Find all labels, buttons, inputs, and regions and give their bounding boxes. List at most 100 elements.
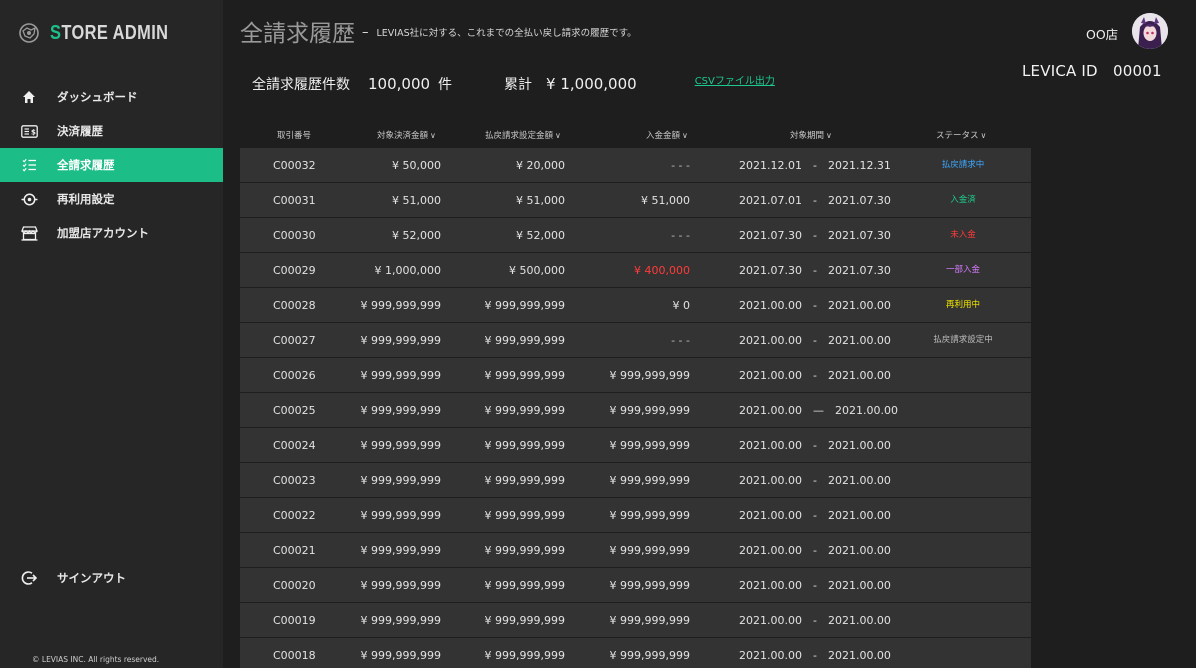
cell-received-amount: ¥ 999,999,999 <box>609 613 690 627</box>
csv-export-link[interactable]: CSVファイル出力 <box>695 72 775 87</box>
avatar[interactable] <box>1132 13 1168 49</box>
title-dash: – <box>362 25 369 40</box>
cell-refund-amount: ¥ 51,000 <box>516 193 565 207</box>
cell-status: 未入金 <box>950 230 976 240</box>
sidebar-item-payment-history[interactable]: $ 決済履歴 <box>0 114 223 148</box>
count-label: 全請求履歴件数 <box>252 77 350 93</box>
copyright: © LEVIAS INC. All rights reserved. <box>32 655 160 664</box>
table-row[interactable]: C00023 ¥ 999,999,999 ¥ 999,999,999 ¥ 999,99… <box>240 463 1031 498</box>
cell-transaction-id: C00025 <box>273 403 316 417</box>
cell-transaction-id: C00021 <box>273 543 316 557</box>
cell-period: 2021.00.00 - 2021.00.00 <box>739 439 891 452</box>
cell-received-amount: ¥ 999,999,999 <box>609 368 690 382</box>
cell-received-amount: ¥ 400,000 <box>634 263 690 277</box>
table-row[interactable]: C00028 ¥ 999,999,999 ¥ 999,999,999 ¥ 0 2021.… <box>240 288 1031 323</box>
app-title: STORE ADMIN <box>50 21 169 44</box>
column-header-id: 取引番号 <box>277 131 312 141</box>
page-description-text: LEVIAS社に対する、これまでの全払い戻し請求の履歴です。 <box>376 28 637 39</box>
app-logo[interactable]: STORE ADMIN <box>18 20 194 46</box>
cell-transaction-id: C00018 <box>273 648 316 662</box>
sidebar-item-store-account[interactable]: 加盟店アカウント <box>0 216 223 250</box>
page-description: – LEVIAS社に対する、これまでの全払い戻し請求の履歴です。 <box>362 25 637 40</box>
cell-refund-amount: ¥ 52,000 <box>516 228 565 242</box>
table-row[interactable]: C00032 ¥ 50,000 ¥ 20,000 - - - 2021.12.01 - … <box>240 148 1031 183</box>
page-title: 全請求履歴 <box>240 21 355 47</box>
cell-transaction-id: C00024 <box>273 438 316 452</box>
cell-payment-amount: ¥ 51,000 <box>392 193 441 207</box>
cell-refund-amount: ¥ 999,999,999 <box>484 333 565 347</box>
sidebar-item-label: 決済履歴 <box>57 124 103 138</box>
chevron-down-icon: ∨ <box>980 131 987 140</box>
cell-payment-amount: ¥ 999,999,999 <box>360 508 441 522</box>
table-row[interactable]: C00024 ¥ 999,999,999 ¥ 999,999,999 ¥ 999,99… <box>240 428 1031 463</box>
signout-button[interactable]: サインアウト <box>0 557 223 595</box>
summary-bar: 全請求履歴件数 100,000 件 累計 ¥ 1,000,000 CSVファイル… <box>252 74 775 94</box>
cell-refund-amount: ¥ 999,999,999 <box>484 543 565 557</box>
cell-status: 再利用中 <box>945 300 981 310</box>
cell-status: 入金済 <box>950 195 976 205</box>
cell-transaction-id: C00019 <box>273 613 316 627</box>
cell-transaction-id: C00020 <box>273 578 316 592</box>
table-row[interactable]: C00021 ¥ 999,999,999 ¥ 999,999,999 ¥ 999,99… <box>240 533 1031 568</box>
total-label: 累計 <box>504 77 533 93</box>
store-name[interactable]: OO店 <box>1086 24 1118 43</box>
sidebar-nav: ダッシュボード $ 決済履歴 全請求履歴 再利用設定 加盟店アカウント <box>0 76 223 250</box>
cell-received-amount: ¥ 999,999,999 <box>609 648 690 662</box>
table-row[interactable]: C00027 ¥ 999,999,999 ¥ 999,999,999 - - - 202… <box>240 323 1031 358</box>
column-header-received[interactable]: 入金金額 ∨ <box>646 129 688 141</box>
column-header-status[interactable]: ステータス ∨ <box>936 129 986 141</box>
table-row[interactable]: C00020 ¥ 999,999,999 ¥ 999,999,999 ¥ 999,99… <box>240 568 1031 603</box>
cell-period: 2021.00.00 - 2021.00.00 <box>739 649 891 662</box>
total-value: ¥ 1,000,000 <box>546 75 637 93</box>
sidebar-item-reuse-settings[interactable]: 再利用設定 <box>0 182 223 216</box>
cell-received-amount: ¥ 999,999,999 <box>609 403 690 417</box>
cell-refund-amount: ¥ 999,999,999 <box>484 578 565 592</box>
table-row[interactable]: C00019 ¥ 999,999,999 ¥ 999,999,999 ¥ 999,99… <box>240 603 1031 638</box>
claims-table: 取引番号 対象決済金額 ∨ 払戻請求設定金額 ∨ 入金金額 ∨ 対象期間 ∨ ステータス… <box>240 122 1031 668</box>
sidebar-item-dashboard[interactable]: ダッシュボード <box>0 76 223 114</box>
cell-payment-amount: ¥ 999,999,999 <box>360 403 441 417</box>
table-row[interactable]: C00029 ¥ 1,000,000 ¥ 500,000 ¥ 400,000 2021.… <box>240 253 1031 288</box>
cell-refund-amount: ¥ 999,999,999 <box>484 403 565 417</box>
cell-payment-amount: ¥ 999,999,999 <box>360 648 441 662</box>
table-row[interactable]: C00018 ¥ 999,999,999 ¥ 999,999,999 ¥ 999,99… <box>240 638 1031 668</box>
cell-received-amount: ¥ 51,000 <box>641 193 690 207</box>
cell-period: 2021.00.00 - 2021.00.00 <box>739 614 891 627</box>
cell-period: 2021.12.01 - 2021.12.31 <box>739 159 891 172</box>
cell-status: 払戻請求設定中 <box>933 335 993 345</box>
sidebar-item-all-claims[interactable]: 全請求履歴 <box>0 148 223 182</box>
cell-transaction-id: C00030 <box>273 228 316 242</box>
table-row[interactable]: C00026 ¥ 999,999,999 ¥ 999,999,999 ¥ 999,99… <box>240 358 1031 393</box>
column-header-refund[interactable]: 払戻請求設定金額 ∨ <box>485 129 561 141</box>
cell-status: 一部入金 <box>945 265 981 275</box>
cell-payment-amount: ¥ 999,999,999 <box>360 578 441 592</box>
column-header-payment[interactable]: 対象決済金額 ∨ <box>377 129 436 141</box>
cell-period: 2021.00.00 - 2021.00.00 <box>739 544 891 557</box>
cell-transaction-id: C00032 <box>273 158 316 172</box>
cell-period: 2021.00.00 - 2021.00.00 <box>739 369 891 382</box>
checklist-icon <box>20 156 38 174</box>
signout-label: サインアウト <box>57 571 126 585</box>
column-header-period[interactable]: 対象期間 ∨ <box>790 129 832 141</box>
cell-period: 2021.07.01 - 2021.07.30 <box>739 194 891 207</box>
table-row[interactable]: C00025 ¥ 999,999,999 ¥ 999,999,999 ¥ 999,99… <box>240 393 1031 428</box>
home-icon <box>20 88 38 106</box>
cell-payment-amount: ¥ 50,000 <box>392 158 441 172</box>
levica-id: LEVICA ID 00001 <box>1022 62 1162 80</box>
table-row[interactable]: C00022 ¥ 999,999,999 ¥ 999,999,999 ¥ 999,99… <box>240 498 1031 533</box>
cell-payment-amount: ¥ 52,000 <box>392 228 441 242</box>
chevron-down-icon: ∨ <box>555 131 561 140</box>
cell-period: 2021.00.00 — 2021.00.00 <box>739 404 898 417</box>
cell-received-amount: ¥ 999,999,999 <box>609 438 690 452</box>
table-row[interactable]: C00031 ¥ 51,000 ¥ 51,000 ¥ 51,000 2021.07.01… <box>240 183 1031 218</box>
cell-received-amount: ¥ 999,999,999 <box>609 473 690 487</box>
table-header: 取引番号 対象決済金額 ∨ 払戻請求設定金額 ∨ 入金金額 ∨ 対象期間 ∨ ステータス… <box>240 122 1031 148</box>
table-row[interactable]: C00030 ¥ 52,000 ¥ 52,000 - - - 2021.07.30 - … <box>240 218 1031 253</box>
cell-payment-amount: ¥ 999,999,999 <box>360 333 441 347</box>
count-value: 100,000 <box>368 75 431 93</box>
cell-refund-amount: ¥ 500,000 <box>509 263 565 277</box>
cell-payment-amount: ¥ 999,999,999 <box>360 298 441 312</box>
table-body: C00032 ¥ 50,000 ¥ 20,000 - - - 2021.12.01 - … <box>240 148 1031 668</box>
cell-period: 2021.07.30 - 2021.07.30 <box>739 264 891 277</box>
cell-transaction-id: C00027 <box>273 333 316 347</box>
